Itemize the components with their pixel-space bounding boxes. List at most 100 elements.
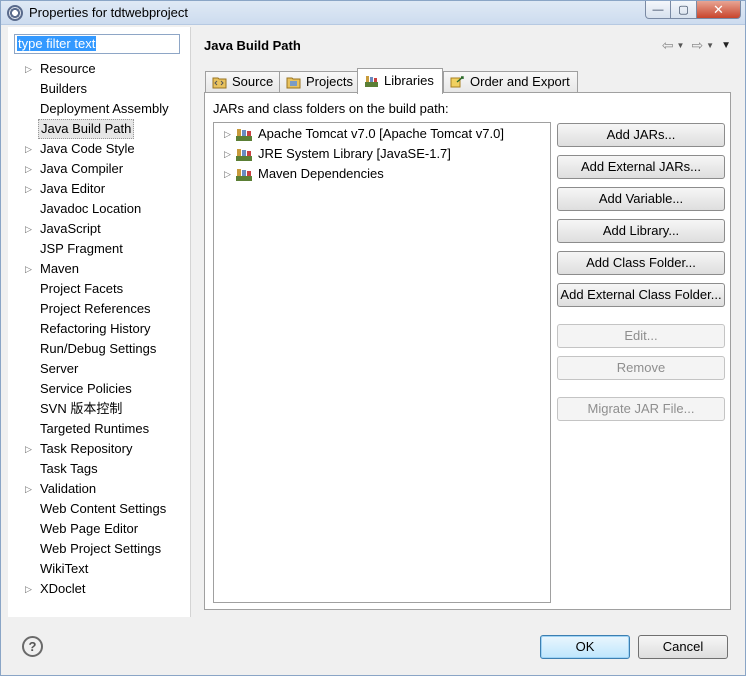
cancel-button[interactable]: Cancel [638,635,728,659]
expand-arrow-icon[interactable]: ▷ [25,439,33,459]
expand-arrow-icon[interactable]: ▷ [25,479,33,499]
tree-item[interactable]: Web Page Editor [8,519,191,539]
libraries-tree[interactable]: ▷ Apache Tomcat v7.0 [Apache Tomcat v7.0]… [213,122,551,603]
library-label: Apache Tomcat v7.0 [Apache Tomcat v7.0] [258,126,504,141]
tree-item-label: Server [40,361,79,376]
tree-item-label: Project Facets [40,281,124,296]
forward-dropdown-icon[interactable]: ▼ [706,41,714,50]
maximize-button[interactable]: ▢ [671,1,697,19]
library-icon [236,149,252,161]
tab-projects-label: Projects [306,74,353,89]
tree-item[interactable]: ▷ Java Code Style [8,139,191,159]
tree-item[interactable]: ▷ Java Compiler [8,159,191,179]
expand-arrow-icon[interactable]: ▷ [25,159,33,179]
add-external-class-folder-button[interactable]: Add External Class Folder... [557,283,725,307]
tree-item[interactable]: Refactoring History [8,319,191,339]
view-menu-icon[interactable]: ▼ [721,40,731,51]
expand-arrow-icon[interactable]: ▷ [25,59,33,79]
back-arrow-icon[interactable]: ⇦ [662,37,674,54]
tree-item-label: Builders [40,81,87,96]
tab-libraries[interactable]: Libraries [357,68,443,94]
expand-arrow-icon[interactable]: ▷ [25,579,33,599]
tree-item[interactable]: Java Build Path [8,119,191,139]
tree-item-label: Task Repository [40,441,133,456]
minimize-button[interactable]: — [645,1,671,19]
tree-item[interactable]: Project Facets [8,279,191,299]
tree-item-label: WikiText [40,561,89,576]
forward-arrow-icon[interactable]: ⇨ [691,37,703,54]
expand-arrow-icon[interactable]: ▷ [25,139,33,159]
add-variable-button[interactable]: Add Variable... [557,187,725,211]
filter-text: type filter text [17,36,97,51]
help-icon: ? [28,639,37,654]
tree-item[interactable]: ▷ JavaScript [8,219,191,239]
library-icon [236,129,252,141]
libraries-panel: JARs and class folders on the build path… [204,92,731,610]
tree-item[interactable]: Service Policies [8,379,191,399]
expand-arrow-icon[interactable]: ▷ [224,124,231,144]
title-bar[interactable]: Properties for tdtwebproject — ▢ ✕ [1,1,745,25]
page-title: Java Build Path [204,38,301,53]
library-icon [236,169,252,181]
category-pane: type filter text ▷ Resource Builders Deploy… [8,27,191,617]
tree-item-label: Refactoring History [40,321,151,336]
library-item[interactable]: ▷ JRE System Library [JavaSE-1.7] [214,144,550,164]
tab-order-label: Order and Export [470,74,570,89]
help-button[interactable]: ? [22,636,43,657]
add-library-button[interactable]: Add Library... [557,219,725,243]
tree-item[interactable]: ▷ XDoclet [8,579,191,599]
page-navigation: ⇦ ▼ ⇨ ▼ ▼ [662,37,731,54]
tree-item[interactable]: Task Tags [8,459,191,479]
libraries-icon [365,76,378,87]
tree-item[interactable]: Builders [8,79,191,99]
tree-item-label: Run/Debug Settings [40,341,157,356]
ok-button[interactable]: OK [540,635,630,659]
tree-item[interactable]: Web Content Settings [8,499,191,519]
tree-item[interactable]: Javadoc Location [8,199,191,219]
tree-item-label: Deployment Assembly [40,101,169,116]
tree-item-label: Java Code Style [40,141,135,156]
tree-item-label: Web Project Settings [40,541,162,556]
tree-item[interactable]: Server [8,359,191,379]
property-page: Java Build Path ⇦ ▼ ⇨ ▼ ▼ Source Project… [194,27,739,617]
window-controls: — ▢ ✕ [645,1,741,19]
order-export-icon [450,76,464,88]
tree-item[interactable]: ▷ Resource [8,59,191,79]
expand-arrow-icon[interactable]: ▷ [25,259,33,279]
tree-item[interactable]: ▷ Task Repository [8,439,191,459]
tree-item[interactable]: Project References [8,299,191,319]
projects-icon [286,77,301,89]
library-label: JRE System Library [JavaSE-1.7] [258,146,451,161]
filter-input[interactable]: type filter text [14,34,180,54]
library-item[interactable]: ▷ Maven Dependencies [214,164,550,184]
tree-item[interactable]: Run/Debug Settings [8,339,191,359]
close-button[interactable]: ✕ [697,1,741,19]
tree-item-label: SVN 版本控制 [40,401,123,416]
expand-arrow-icon[interactable]: ▷ [224,144,231,164]
add-external-jars-button[interactable]: Add External JARs... [557,155,725,179]
tree-item[interactable]: Deployment Assembly [8,99,191,119]
tree-item[interactable]: JSP Fragment [8,239,191,259]
add-class-folder-button[interactable]: Add Class Folder... [557,251,725,275]
back-dropdown-icon[interactable]: ▼ [677,41,685,50]
source-folder-icon [212,77,227,89]
tree-item[interactable]: WikiText [8,559,191,579]
expand-arrow-icon[interactable]: ▷ [25,219,33,239]
tree-item[interactable]: Web Project Settings [8,539,191,559]
tree-item[interactable]: ▷ Validation [8,479,191,499]
tree-item-label: Java Build Path [38,119,135,139]
tab-projects[interactable]: Projects [279,71,358,93]
tree-item[interactable]: SVN 版本控制 [8,399,191,419]
tab-order-and-export[interactable]: Order and Export [443,71,578,93]
libraries-description: JARs and class folders on the build path… [213,101,449,116]
tab-source[interactable]: Source [205,71,280,93]
tree-item[interactable]: Targeted Runtimes [8,419,191,439]
tree-item-label: Web Page Editor [40,521,139,536]
expand-arrow-icon[interactable]: ▷ [224,164,231,184]
minimize-icon: — [652,3,664,16]
add-jars-button[interactable]: Add JARs... [557,123,725,147]
library-item[interactable]: ▷ Apache Tomcat v7.0 [Apache Tomcat v7.0] [214,124,550,144]
tree-item[interactable]: ▷ Java Editor [8,179,191,199]
expand-arrow-icon[interactable]: ▷ [25,179,33,199]
tree-item[interactable]: ▷ Maven [8,259,191,279]
